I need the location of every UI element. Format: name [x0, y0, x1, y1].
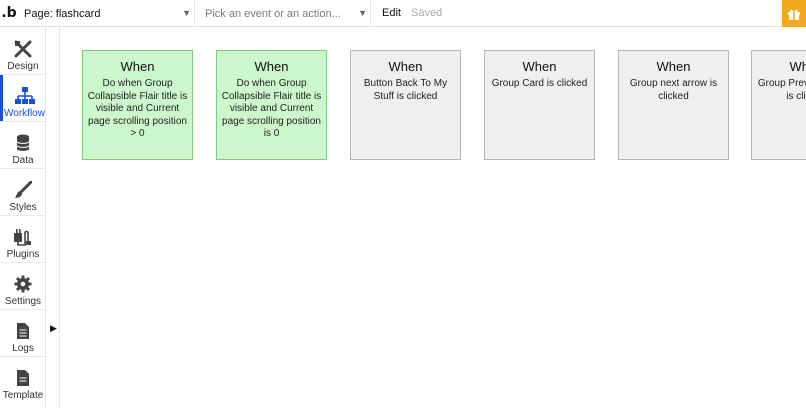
event-card-description: Do when Group Collapsible Flair title is…: [87, 78, 188, 139]
chevron-down-icon: ▼: [358, 8, 367, 18]
event-card-title: When: [522, 59, 557, 74]
event-card-description: Group Previous arrow is clicked: [757, 78, 806, 102]
workflow-event-card[interactable]: When Group next arrow is clicked: [618, 50, 729, 160]
sidebar-item-plugins[interactable]: Plugins: [0, 216, 46, 262]
event-card-description: Button Back To My Stuff is clicked: [363, 78, 448, 102]
sidebar-item-template[interactable]: Template: [0, 357, 46, 403]
workflow-event-card[interactable]: When Group Card is clicked: [484, 50, 595, 160]
sidebar-item-label: Design: [7, 61, 39, 72]
sidebar-item-label: Workflow: [4, 108, 45, 119]
workflow-event-card[interactable]: When Do when Group Collapsible Flair tit…: [216, 50, 327, 160]
event-card-title: When: [254, 59, 289, 74]
event-card-description: Group Card is clicked: [491, 78, 588, 89]
chevron-down-icon: ▼: [182, 8, 191, 18]
event-card-title: When: [656, 59, 691, 74]
template-icon: [17, 370, 29, 386]
sidebar-item-label: Plugins: [6, 249, 40, 260]
event-card-title: When: [120, 59, 155, 74]
event-card-description: Group next arrow is clicked: [629, 78, 718, 102]
workflow-event-card[interactable]: When Group Previous arrow is clicked: [751, 50, 806, 160]
expand-panel-arrow-icon[interactable]: ▶: [50, 323, 57, 334]
workflow-event-card[interactable]: When Button Back To My Stuff is clicked: [350, 50, 461, 160]
save-status: Saved: [411, 7, 443, 19]
sidebar-item-data[interactable]: Data: [0, 122, 46, 168]
workflow-icon: [14, 87, 35, 104]
event-action-placeholder: Pick an event or an action...: [205, 7, 341, 20]
design-icon: [14, 40, 32, 58]
sidebar-item-label: Data: [12, 155, 34, 166]
page-selector-label: Page: flashcard: [24, 7, 101, 20]
top-toolbar: .b Page: flashcard ▼ Pick an event or an…: [0, 0, 806, 27]
event-card-title: When: [388, 59, 423, 74]
left-sidebar: Design Workflow Data Styles Plugins Sett…: [0, 27, 46, 408]
plug-icon: [14, 229, 31, 246]
gift-button[interactable]: [782, 0, 806, 27]
bubble-logo[interactable]: .b: [0, 0, 18, 27]
event-card-title: When: [789, 59, 806, 74]
sidebar-item-label: Settings: [4, 296, 42, 307]
sidebar-item-styles[interactable]: Styles: [0, 169, 46, 215]
sidebar-item-label: Logs: [12, 343, 34, 354]
sidebar-item-label: Template: [2, 390, 44, 401]
sidebar-item-settings[interactable]: Settings: [0, 263, 46, 309]
page-selector[interactable]: Page: flashcard ▼: [18, 0, 195, 27]
sidebar-item-workflow[interactable]: Workflow: [0, 75, 46, 121]
event-action-picker[interactable]: Pick an event or an action... ▼: [199, 0, 371, 27]
workflow-event-card[interactable]: When Do when Group Collapsible Flair tit…: [82, 50, 193, 160]
workflow-canvas[interactable]: When Do when Group Collapsible Flair tit…: [60, 28, 806, 408]
document-icon: [17, 323, 29, 339]
gear-icon: [14, 275, 32, 293]
sidebar-item-label: Styles: [9, 202, 37, 213]
sidebar-item-design[interactable]: Design: [0, 28, 46, 74]
event-card-description: Do when Group Collapsible Flair title is…: [221, 78, 322, 139]
gift-icon: [788, 9, 800, 20]
database-icon: [16, 134, 30, 151]
brush-icon: [15, 181, 32, 198]
edit-menu[interactable]: Edit: [382, 7, 401, 19]
sidebar-item-logs[interactable]: Logs: [0, 310, 46, 356]
